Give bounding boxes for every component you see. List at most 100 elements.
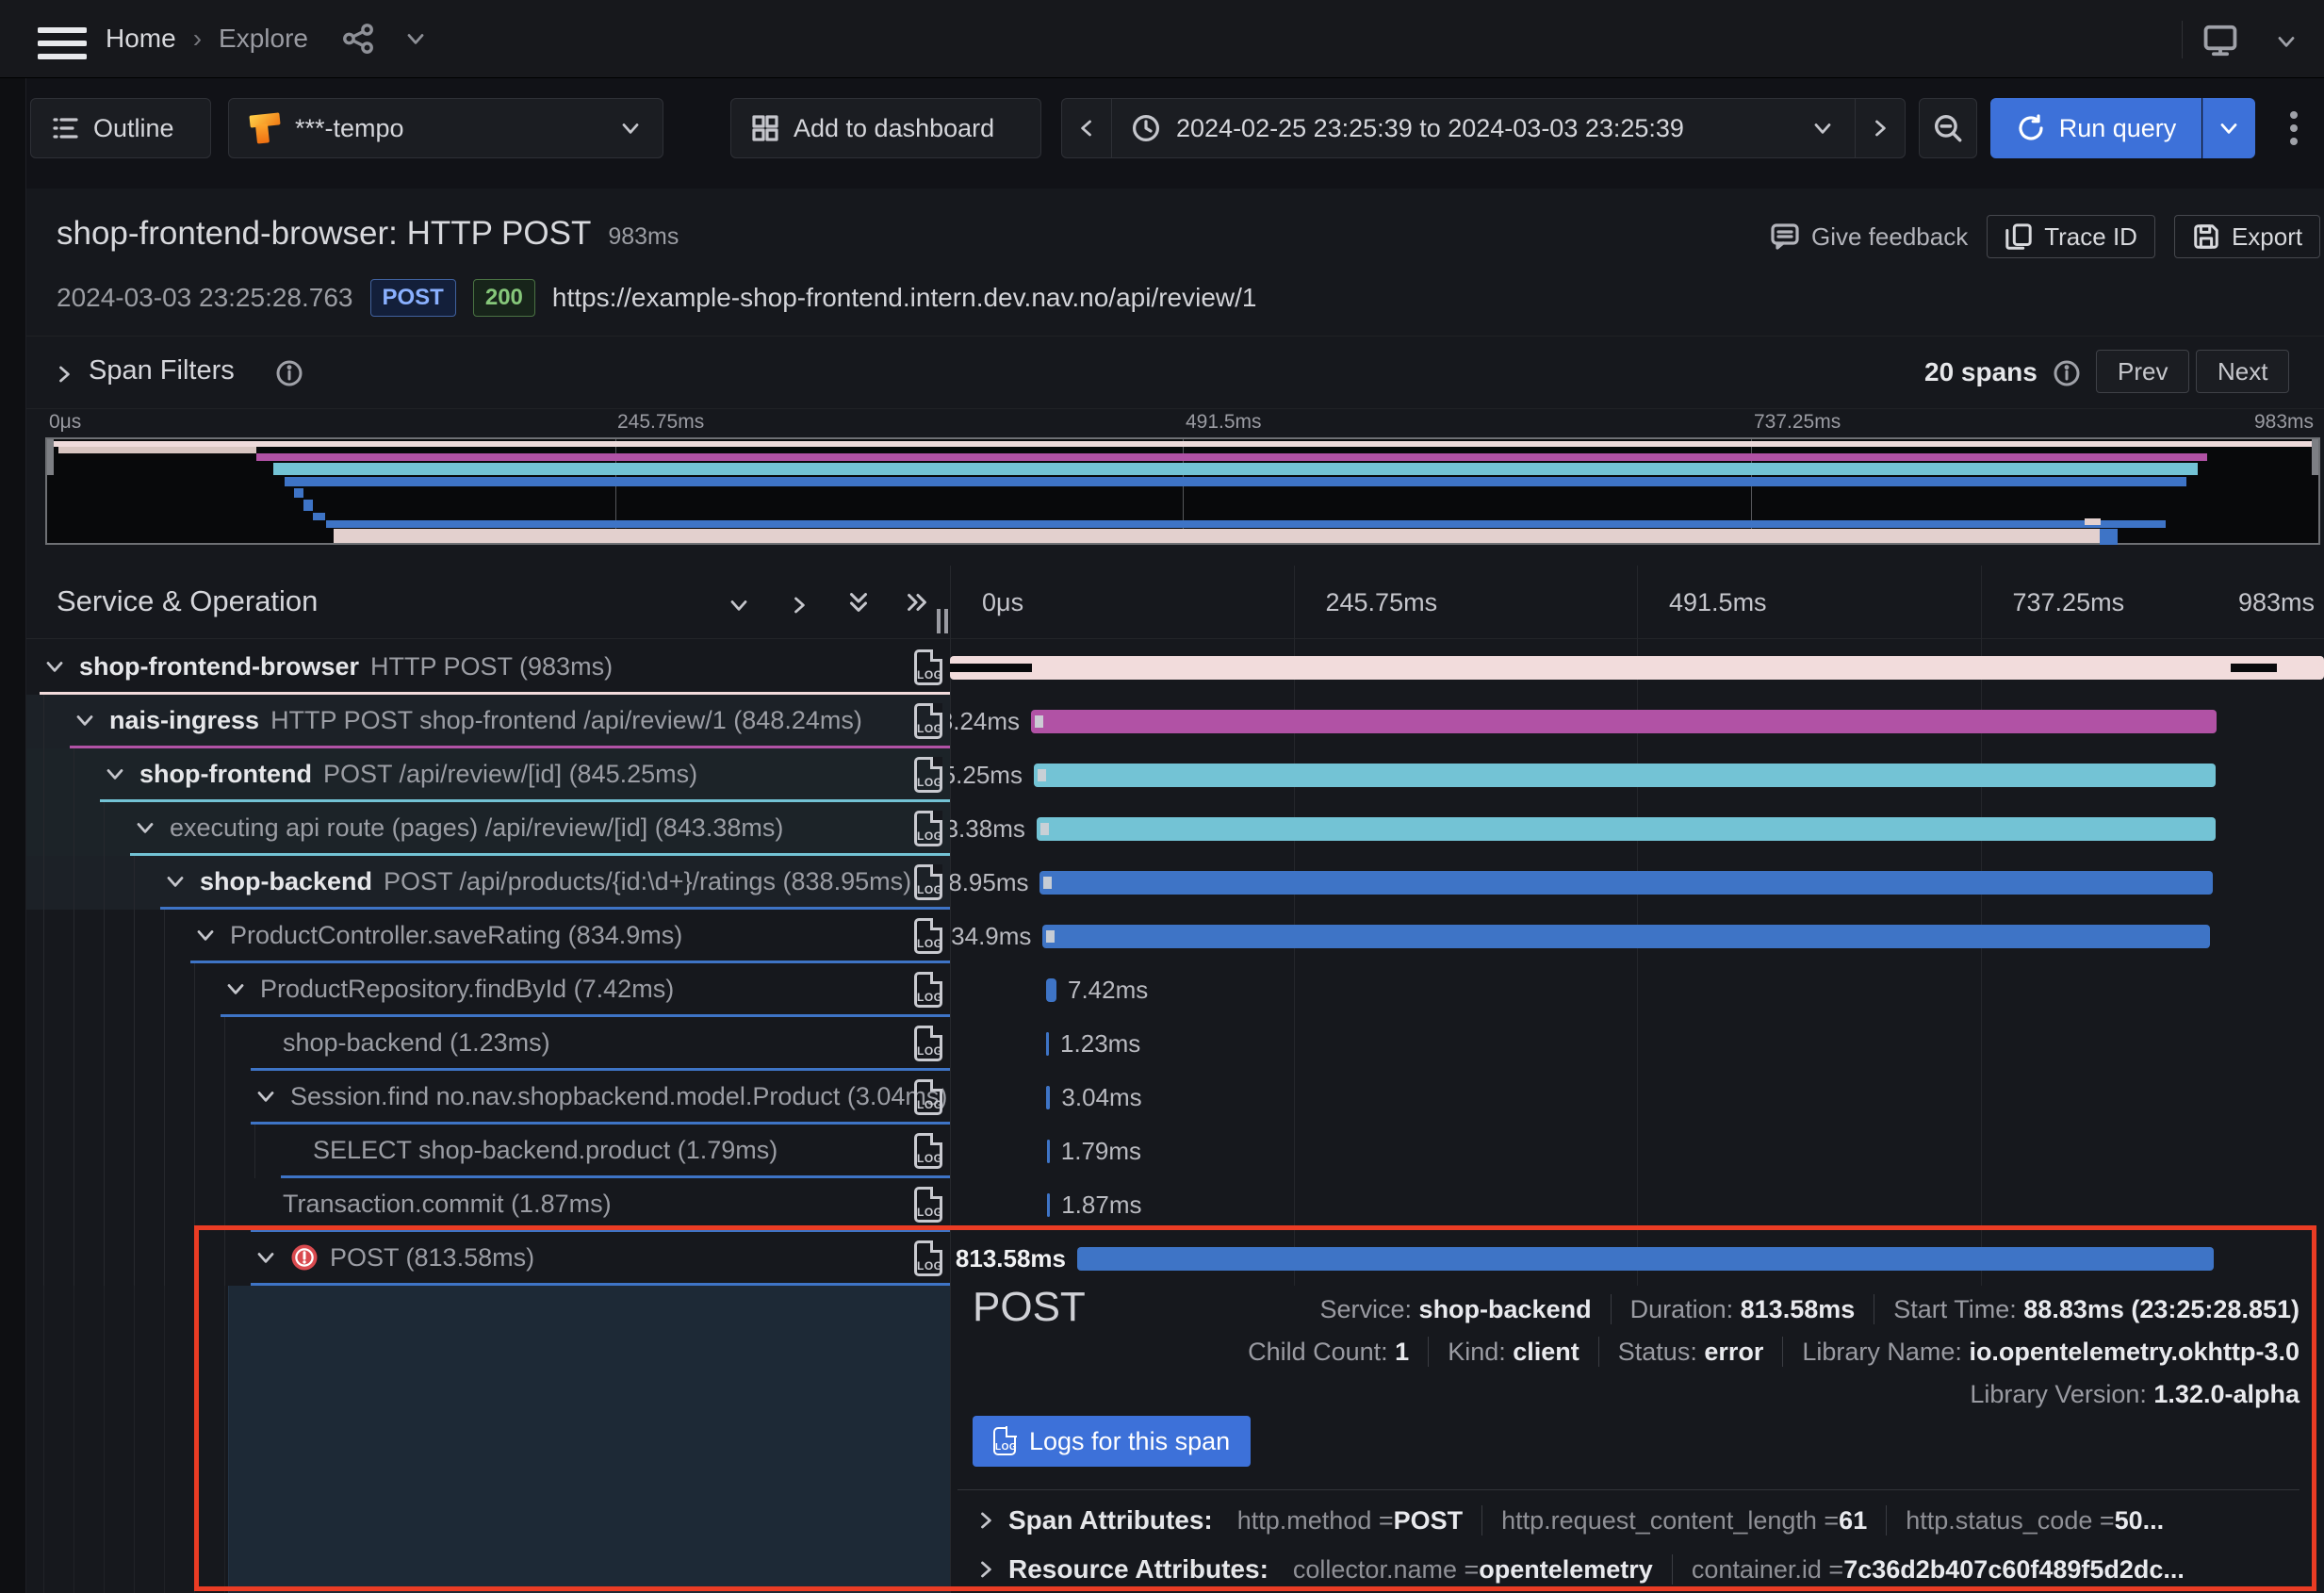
nav-chevron-down-icon[interactable] (2273, 28, 2299, 55)
collapse-all-icon[interactable] (844, 588, 873, 616)
row-chevron-down-icon[interactable] (132, 814, 158, 841)
add-to-dashboard-button[interactable]: Add to dashboard (730, 98, 1041, 158)
row-logs-icon[interactable]: LOG (914, 972, 942, 1008)
attribute-key: http.request_content_length = (1501, 1506, 1839, 1536)
outline-button[interactable]: Outline (30, 98, 211, 158)
span-tree-row[interactable]: ProductController.saveRating (834.9ms)LO… (26, 910, 950, 963)
time-shift-forward-button[interactable] (1855, 98, 1906, 158)
monitor-icon[interactable] (2202, 23, 2238, 58)
attributes-row[interactable]: Resource Attributes:collector.name = ope… (973, 1548, 2185, 1591)
zoom-out-button[interactable] (1919, 98, 1977, 158)
breadcrumb-explore[interactable]: Explore (219, 24, 308, 54)
expand-all-icon[interactable] (903, 588, 931, 616)
span-tree-row[interactable]: ProductRepository.findById (7.42ms)LOG (26, 963, 950, 1017)
span-tree-row[interactable]: nais-ingressHTTP POST shop-frontend /api… (26, 695, 950, 748)
span-bar[interactable] (1046, 1086, 1050, 1109)
splitter-handle-2[interactable] (944, 609, 948, 633)
time-range-picker[interactable]: 2024-02-25 23:25:39 to 2024-03-03 23:25:… (1111, 98, 1856, 158)
breadcrumb-chevron-down-icon[interactable] (402, 25, 429, 52)
span-timeline-row[interactable]: 1.23ms (950, 1017, 2324, 1071)
row-chevron-down-icon[interactable] (253, 1244, 279, 1271)
run-query-button[interactable]: Run query (1990, 98, 2201, 158)
span-bar[interactable] (1031, 710, 2217, 733)
span-timeline-row[interactable]: 813.58ms (950, 1232, 2324, 1286)
span-tree-row[interactable]: POST (813.58ms)LOG (26, 1232, 950, 1286)
span-bar[interactable] (1047, 1193, 1050, 1217)
span-timeline-row[interactable]: 845.25ms (950, 748, 2324, 802)
span-bar[interactable] (1077, 1247, 2214, 1271)
row-chevron-down-icon[interactable] (162, 868, 188, 895)
row-chevron-down-icon[interactable] (102, 761, 128, 787)
row-chevron-down-icon[interactable] (41, 653, 68, 680)
span-timeline-row[interactable]: 843.38ms (950, 802, 2324, 856)
span-timeline-row[interactable]: 3.04ms (950, 1071, 2324, 1125)
row-logs-icon[interactable]: LOG (914, 864, 942, 900)
span-count: 20 spans (1924, 357, 2038, 387)
row-logs-icon[interactable]: LOG (914, 1240, 942, 1276)
prev-span-button[interactable]: Prev (2096, 350, 2189, 393)
row-chevron-down-icon[interactable] (72, 707, 98, 733)
run-query-dropdown-button[interactable] (2202, 98, 2255, 158)
attributes-row[interactable]: Span Attributes:http.method = POSThttp.r… (973, 1499, 2164, 1542)
span-count-info-icon[interactable] (2053, 359, 2081, 387)
span-tree-row[interactable]: shop-backend (1.23ms)LOG (26, 1017, 950, 1071)
span-timeline-row[interactable] (950, 641, 2324, 695)
trace-minimap[interactable] (45, 437, 2320, 545)
span-tree-row[interactable]: shop-frontend-browserHTTP POST (983ms)LO… (26, 641, 950, 695)
trace-id-button[interactable]: Trace ID (1987, 215, 2155, 258)
collapse-one-icon[interactable] (726, 592, 752, 618)
span-filters-info-icon[interactable] (275, 359, 303, 387)
span-tree-row[interactable]: shop-backendPOST /api/products/{id:\d+}/… (26, 856, 950, 910)
row-logs-icon[interactable]: LOG (914, 811, 942, 846)
hamburger-menu-icon[interactable] (38, 26, 87, 60)
span-bar[interactable] (1046, 978, 1056, 1002)
span-tree-row[interactable]: shop-frontendPOST /api/review/[id] (845.… (26, 748, 950, 802)
span-bar[interactable] (950, 656, 2324, 680)
breadcrumb-home[interactable]: Home (106, 24, 176, 54)
span-tree-row[interactable]: Transaction.commit (1.87ms)LOG (26, 1178, 950, 1232)
row-logs-icon[interactable]: LOG (914, 703, 942, 739)
span-bar[interactable] (1034, 764, 2216, 787)
export-button[interactable]: Export (2174, 215, 2320, 258)
span-timeline-row[interactable]: 7.42ms (950, 963, 2324, 1017)
logs-for-span-button[interactable]: LOG Logs for this span (973, 1416, 1251, 1467)
row-logs-icon[interactable]: LOG (914, 649, 942, 685)
indent-guide (134, 1125, 135, 1178)
row-logs-icon[interactable]: LOG (914, 918, 942, 954)
span-timeline-row[interactable]: 838.95ms (950, 856, 2324, 910)
row-logs-icon[interactable]: LOG (914, 1079, 942, 1115)
share-icon[interactable] (342, 23, 374, 55)
kebab-menu-button[interactable] (2273, 98, 2315, 158)
row-logs-icon[interactable]: LOG (914, 1026, 942, 1061)
row-logs-icon[interactable]: LOG (914, 757, 942, 793)
span-bar[interactable] (1039, 871, 2212, 895)
row-chevron-down-icon[interactable] (253, 1083, 279, 1109)
span-bar[interactable] (1042, 925, 2210, 948)
span-bar[interactable] (1046, 1032, 1049, 1056)
time-range-label: 2024-02-25 23:25:39 to 2024-03-03 23:25:… (1176, 114, 1684, 143)
span-timeline-row[interactable]: 834.9ms (950, 910, 2324, 963)
attributes-chevron-right-icon[interactable] (973, 1556, 999, 1583)
span-bar[interactable] (1037, 817, 2216, 841)
attributes-chevron-right-icon[interactable] (973, 1507, 999, 1534)
span-timeline-row[interactable]: 1.79ms (950, 1125, 2324, 1178)
span-timeline-row[interactable]: 1.87ms (950, 1178, 2324, 1232)
span-tree-row[interactable]: executing api route (pages) /api/review/… (26, 802, 950, 856)
datasource-picker[interactable]: ***-tempo (228, 98, 663, 158)
span-filters-label[interactable]: Span Filters (89, 355, 235, 386)
span-timeline-row[interactable]: 848.24ms (950, 695, 2324, 748)
next-span-button[interactable]: Next (2196, 350, 2289, 393)
row-chevron-down-icon[interactable] (192, 922, 219, 948)
span-tree-row[interactable]: SELECT shop-backend.product (1.79ms)LOG (26, 1125, 950, 1178)
span-filters-chevron-right-icon[interactable] (51, 361, 77, 387)
span-duration-label: 838.95ms (950, 856, 1029, 910)
give-feedback-link[interactable]: Give feedback (1770, 222, 1968, 252)
row-logs-icon[interactable]: LOG (914, 1133, 942, 1169)
span-tree-row[interactable]: Session.find no.nav.shopbackend.model.Pr… (26, 1071, 950, 1125)
row-chevron-down-icon[interactable] (222, 976, 249, 1002)
time-shift-back-button[interactable] (1061, 98, 1112, 158)
expand-one-icon[interactable] (786, 592, 812, 618)
span-bar[interactable] (1047, 1140, 1050, 1163)
row-logs-icon[interactable]: LOG (914, 1187, 942, 1223)
splitter-handle[interactable] (937, 609, 941, 633)
